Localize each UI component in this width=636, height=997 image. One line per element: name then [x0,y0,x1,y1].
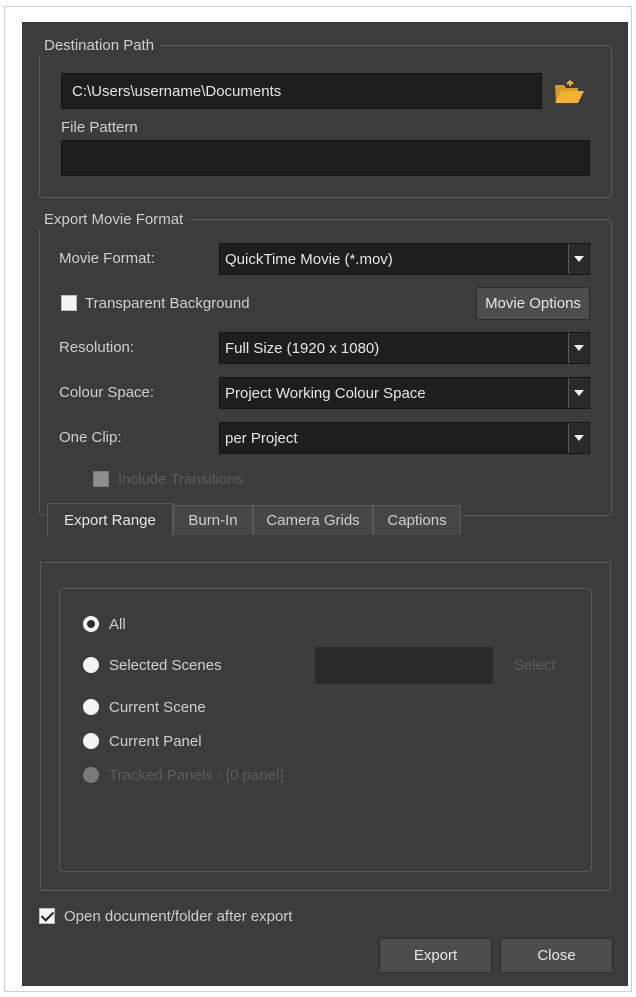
chevron-down-icon[interactable] [568,378,589,408]
folder-open-icon[interactable] [553,80,585,106]
one-clip-select[interactable]: per Project [219,422,590,454]
selected-scenes-input [315,647,493,684]
radio-current-panel-label[interactable]: Current Panel [109,733,202,751]
tab-camera-grids[interactable]: Camera Grids [253,505,373,535]
movie-format-label: Movie Format: [59,250,155,267]
radio-selected-scenes-label[interactable]: Selected Scenes [109,657,222,675]
radio-tracked-panels-label: Tracked Panels - [0 panel] [109,767,284,784]
include-transitions-checkbox [93,471,109,487]
open-after-export-checkbox[interactable] [39,908,55,924]
transparent-background-checkbox[interactable] [61,295,77,311]
movie-options-button[interactable]: Movie Options [476,287,590,320]
tab-export-range[interactable]: Export Range [47,503,173,536]
checkmark-icon [40,908,55,922]
tab-burn-in[interactable]: Burn-In [173,505,253,535]
chevron-down-icon[interactable] [568,244,589,274]
radio-current-scene-label[interactable]: Current Scene [109,699,206,717]
chevron-down-icon[interactable] [568,423,589,453]
movie-format-select[interactable]: QuickTime Movie (*.mov) [219,243,590,275]
movie-format-value: QuickTime Movie (*.mov) [225,250,393,268]
export-button[interactable]: Export [379,938,492,973]
colour-space-select[interactable]: Project Working Colour Space [219,377,590,409]
open-after-export-label[interactable]: Open document/folder after export [64,908,292,926]
destination-path-title: Destination Path [38,37,161,55]
radio-current-panel[interactable] [83,733,99,749]
export-range-options-box [59,588,592,872]
close-button[interactable]: Close [500,938,613,973]
colour-space-label: Colour Space: [59,384,155,401]
radio-all[interactable] [83,616,99,632]
include-transitions-label: Include Transitions [118,471,244,488]
radio-tracked-panels [83,767,99,783]
radio-all-label[interactable]: All [109,616,126,634]
destination-path-input[interactable]: C:\Users\username\Documents [61,73,542,109]
one-clip-value: per Project [225,429,298,447]
select-button: Select [514,657,556,674]
resolution-label: Resolution: [59,339,135,356]
file-pattern-input[interactable] [61,140,590,176]
chevron-down-icon[interactable] [568,333,589,363]
resolution-value: Full Size (1920 x 1080) [225,339,380,357]
one-clip-label: One Clip: [59,429,122,446]
transparent-background-label: Transparent Background [85,295,250,312]
resolution-select[interactable]: Full Size (1920 x 1080) [219,332,590,364]
radio-selected-scenes[interactable] [83,657,99,673]
radio-current-scene[interactable] [83,699,99,715]
file-pattern-label: File Pattern [61,119,138,136]
export-movie-format-title: Export Movie Format [38,211,190,229]
tab-captions[interactable]: Captions [373,505,461,535]
colour-space-value: Project Working Colour Space [225,384,426,402]
